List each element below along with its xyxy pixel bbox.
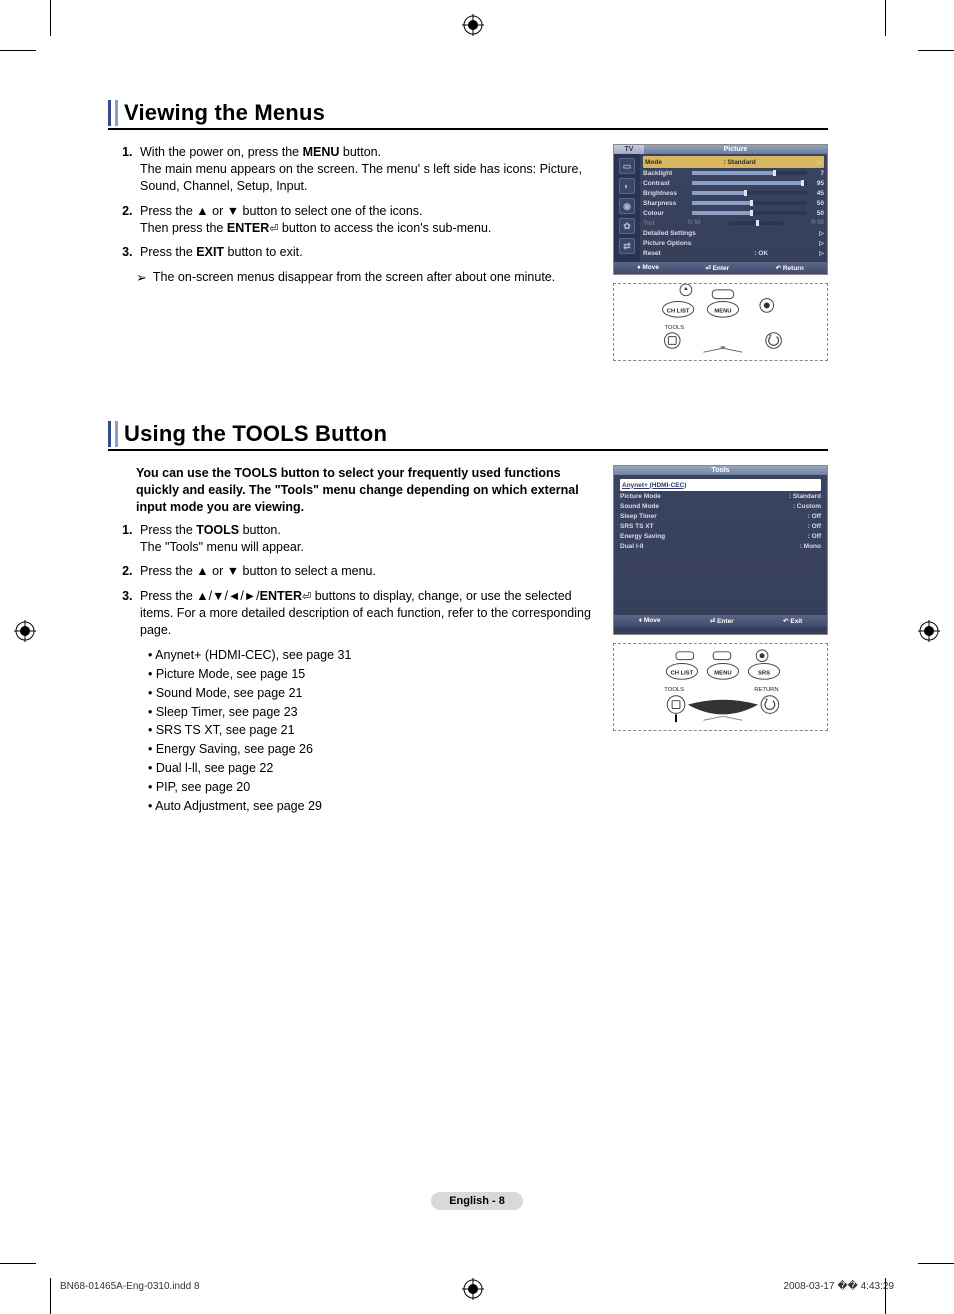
registration-mark-icon — [462, 1278, 484, 1300]
osd-row-reset: Reset : OK ▷ — [643, 248, 824, 258]
step-3: Press the ▲/▼/◄/►/ENTER⏎ buttons to disp… — [136, 588, 603, 639]
osd-side-icons: ▭ ◐ ◉ ✿ ⇄ — [614, 154, 640, 262]
page-footer: English - 8 — [0, 1192, 954, 1210]
osd-row-mode: Mode : Standard ▷ — [643, 156, 824, 168]
section-title: Using the TOOLS Button — [122, 421, 387, 447]
input-icon: ⇄ — [619, 238, 635, 254]
instructions: You can use the TOOLS button to select y… — [108, 465, 613, 817]
osd-row-sleep-timer: Sleep Timer : Off — [620, 511, 821, 521]
ref-pip: • PIP, see page 20 — [148, 779, 603, 796]
page-number: English - 8 — [431, 1192, 523, 1210]
note-arrow-icon: ➢ — [136, 269, 147, 287]
menu-label: MENU — [714, 670, 731, 676]
osd-row-anynet: Anynet+ (HDMI-CEC) — [620, 479, 821, 491]
crop-mark — [918, 50, 954, 51]
osd-row-energy: Energy Saving : Off — [620, 531, 821, 541]
menu-label: MENU — [714, 308, 731, 314]
step-3: Press the EXIT button to exit. — [136, 244, 603, 261]
osd-header-picture: Picture — [644, 145, 827, 154]
tools-label: TOOLS — [664, 325, 684, 331]
osd-row-contrast: Contrast 95 — [643, 178, 824, 188]
picture-icon: ▭ — [619, 158, 635, 174]
chlist-label: CH LIST — [670, 670, 693, 676]
remote-diagram-2: CH LIST MENU SRS TOOLS RETURN — [613, 643, 828, 731]
heading-bar-icon — [108, 421, 111, 447]
osd-row-picture-mode: Picture Mode : Standard — [620, 491, 821, 501]
ref-anynet: • Anynet+ (HDMI-CEC), see page 31 — [148, 647, 603, 664]
osd-header-tv: TV — [614, 145, 644, 154]
step-2: Press the ▲ or ▼ button to select a menu… — [136, 563, 603, 580]
osd-header-tools: Tools — [614, 466, 827, 475]
instructions: With the power on, press the MENU button… — [108, 144, 613, 361]
crop-mark — [0, 50, 36, 51]
chevron-right-icon: ▷ — [819, 240, 824, 247]
chevron-right-icon: ▷ — [817, 159, 822, 166]
ref-picture-mode: • Picture Mode, see page 15 — [148, 666, 603, 683]
intro-text: You can use the TOOLS button to select y… — [136, 465, 603, 516]
crop-mark — [885, 0, 886, 36]
step-2: Press the ▲ or ▼ button to select one of… — [136, 203, 603, 237]
osd-tools-menu: Tools Anynet+ (HDMI-CEC) Picture Mode : … — [613, 465, 828, 635]
osd-row-sharpness: Sharpness 50 — [643, 198, 824, 208]
osd-row-tint: Tint G 50 R 50 — [643, 218, 824, 228]
ref-sleep-timer: • Sleep Timer, see page 23 — [148, 704, 603, 721]
return-label: RETURN — [754, 687, 778, 693]
crop-mark — [0, 1263, 36, 1264]
setup-icon: ✿ — [619, 218, 635, 234]
enter-icon: ⏎ — [710, 618, 717, 625]
osd-footer: ♦ Move ⏎ Enter ↶ Exit — [614, 615, 827, 627]
registration-mark-icon — [14, 620, 36, 642]
osd-row-options: Picture Options▷ — [643, 238, 824, 248]
ref-sound-mode: • Sound Mode, see page 21 — [148, 685, 603, 702]
crop-mark — [50, 0, 51, 36]
content-area: Viewing the Menus With the power on, pre… — [108, 100, 828, 867]
registration-mark-icon — [462, 14, 484, 36]
step-1: Press the TOOLS button. The "Tools" menu… — [136, 522, 603, 556]
section-title: Viewing the Menus — [122, 100, 325, 126]
chlist-label: CH LIST — [667, 308, 690, 314]
heading-bar-icon — [115, 100, 118, 126]
section-tools-button: Using the TOOLS Button You can use the T… — [108, 421, 828, 817]
osd-picture-menu: TV Picture ▭ ◐ ◉ ✿ ⇄ — [613, 144, 828, 275]
remote-diagram-1: CH LIST MENU TOOLS — [613, 283, 828, 361]
tools-label: TOOLS — [664, 687, 684, 693]
osd-footer: ♦ Move ⏎ Enter ↶ Return — [614, 262, 827, 274]
srs-label: SRS — [758, 670, 770, 676]
ref-dual: • Dual l-ll, see page 22 — [148, 760, 603, 777]
return-icon: ↶ — [776, 265, 783, 272]
ref-auto-adjust: • Auto Adjustment, see page 29 — [148, 798, 603, 815]
osd-row-dual: Dual I-II : Mono — [620, 541, 821, 551]
print-footer-left: BN68-01465A-Eng-0310.indd 8 — [60, 1281, 200, 1292]
channel-icon: ◉ — [619, 198, 635, 214]
section-heading: Using the TOOLS Button — [108, 421, 828, 451]
enter-glyph-icon: ⏎ — [302, 591, 311, 603]
note: ➢ The on-screen menus disappear from the… — [108, 269, 603, 287]
chevron-right-icon: ▷ — [819, 250, 824, 257]
chevron-right-icon: ▷ — [819, 230, 824, 237]
osd-row-detailed: Detailed Settings▷ — [643, 228, 824, 238]
sound-icon: ◐ — [619, 178, 635, 194]
osd-row-srs: SRS TS XT : Off — [620, 521, 821, 531]
print-footer-right: 2008-03-17 �� 4:43:29 — [783, 1281, 894, 1292]
section-viewing-menus: Viewing the Menus With the power on, pre… — [108, 100, 828, 361]
crop-mark — [918, 1263, 954, 1264]
registration-mark-icon — [918, 620, 940, 642]
ref-srs: • SRS TS XT, see page 21 — [148, 722, 603, 739]
heading-bar-icon — [108, 100, 111, 126]
section-heading: Viewing the Menus — [108, 100, 828, 130]
reference-list: • Anynet+ (HDMI-CEC), see page 31 • Pict… — [148, 647, 603, 815]
heading-bar-icon — [115, 421, 118, 447]
ref-energy: • Energy Saving, see page 26 — [148, 741, 603, 758]
osd-row-backlight: Backlight 7 — [643, 168, 824, 178]
page: Viewing the Menus With the power on, pre… — [0, 0, 954, 1314]
step-1: With the power on, press the MENU button… — [136, 144, 603, 195]
enter-icon: ⏎ — [705, 265, 712, 272]
osd-row-colour: Colour 50 — [643, 208, 824, 218]
osd-row-sound-mode: Sound Mode : Custom — [620, 501, 821, 511]
osd-row-brightness: Brightness 45 — [643, 188, 824, 198]
crop-mark — [50, 1278, 51, 1314]
